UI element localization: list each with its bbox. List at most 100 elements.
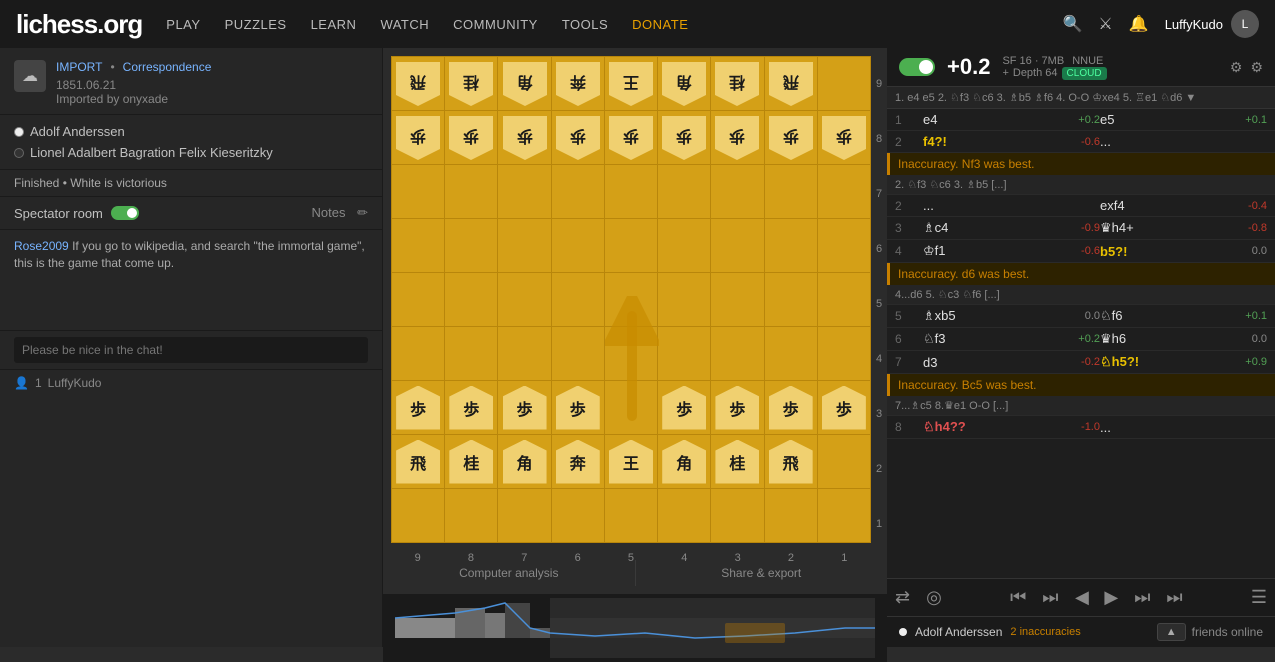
move-row-7: 7 d3 -0.2 ♘h5?! +0.9	[887, 351, 1275, 374]
file-labels: 9 8 7 6 5 4 3 2 1	[391, 552, 871, 564]
inaccuracy-banner-3: Inaccuracy. Bc5 was best.	[887, 374, 1275, 396]
online-count: 1	[35, 376, 42, 390]
move-1-black[interactable]: e5	[1100, 112, 1217, 127]
nav-learn[interactable]: LEARN	[311, 17, 357, 32]
nav-tools[interactable]: TOOLS	[562, 17, 608, 32]
inaccuracy-banner-1: Inaccuracy. Nf3 was best.	[887, 153, 1275, 175]
move-5-black[interactable]: ♘f6	[1100, 308, 1217, 324]
move-6-black[interactable]: ♛h6	[1100, 331, 1217, 347]
board-area: 飛桂角奔王角桂飛歩歩歩歩歩歩歩歩歩歩歩歩歩歩歩歩歩飛桂角奔王角桂飛	[383, 48, 887, 647]
move-6-white[interactable]: ♘f3	[923, 331, 1040, 347]
bullet-separator: •	[110, 60, 114, 74]
cloud-badge: CLOUD	[1062, 67, 1107, 80]
import-link[interactable]: IMPORT	[56, 60, 102, 74]
game-info: ☁ IMPORT • Correspondence 1851.06.21 Imp…	[0, 48, 382, 115]
engine-toggle[interactable]	[899, 58, 935, 76]
chat-input-row	[0, 330, 382, 369]
move-3-black[interactable]: ♛h4+	[1100, 220, 1217, 236]
move-2-black[interactable]: ...	[1100, 134, 1217, 149]
move-8-white-score: -1.0	[1040, 421, 1100, 433]
spectator-toggle[interactable]	[111, 206, 139, 220]
move-num-2: 2	[895, 135, 923, 149]
analysis-pane[interactable]: 1 e4 +0.2 e5 +0.1 2 f4?! -0.6 ... Inaccu…	[887, 109, 1275, 578]
engine-info: SF 16 · 7MB NNUE + Depth 64 CLOUD	[1002, 55, 1217, 80]
user-menu[interactable]: LuffyKudo L	[1165, 10, 1259, 38]
gear2-icon[interactable]: ⚙	[1250, 59, 1263, 76]
move-6-white-score: +0.2	[1040, 333, 1100, 345]
chat-username: Rose2009	[14, 239, 69, 253]
move-1-white-score: +0.2	[1040, 114, 1100, 126]
chat-input[interactable]	[14, 337, 368, 363]
spectator-label: Spectator room	[14, 206, 103, 221]
move-num-6: 6	[895, 332, 923, 346]
move-2-white[interactable]: f4?!	[923, 134, 1040, 149]
prev-chapter-btn[interactable]: ⏭	[1042, 587, 1058, 608]
player-white-row: Adolf Anderssen	[14, 121, 368, 142]
move-5-white[interactable]: ♗xb5	[923, 308, 1040, 324]
correspondence-link[interactable]: Correspondence	[123, 60, 212, 74]
move-num-8: 8	[895, 420, 923, 434]
nav-play[interactable]: PLAY	[166, 17, 200, 32]
move-row-1: 1 e4 +0.2 e5 +0.1	[887, 109, 1275, 131]
inaccuracy-line-3: 7...♗c5 8.♛e1 O-O [...]	[887, 396, 1275, 416]
moves-bar: 1. e4 e5 2. ♘f3 ♘c6 3. ♗b5 ♗f6 4. O-O ♔x…	[887, 87, 1275, 109]
move-num-1: 1	[895, 113, 923, 127]
player-black-row: Lionel Adalbert Bagration Felix Kieserit…	[14, 142, 368, 163]
nav-puzzles[interactable]: PUZZLES	[225, 17, 287, 32]
cross-swords-icon[interactable]: ⚔	[1098, 14, 1112, 34]
chat-tabs: Spectator room Notes ✏	[0, 197, 382, 230]
move-8-white[interactable]: ♘h4??	[923, 419, 1040, 435]
move-7-black-score: +0.9	[1217, 356, 1267, 368]
move-3-white[interactable]: ♗c4	[923, 220, 1040, 236]
move-5-white-score: 0.0	[1040, 310, 1100, 322]
move-2b-white[interactable]: ...	[923, 198, 1040, 213]
move-2-white-score: -0.6	[1040, 136, 1100, 148]
prev-move-btn[interactable]: ▶	[1075, 587, 1089, 608]
move-3-black-score: -0.8	[1217, 222, 1267, 234]
friends-label: friends online	[1192, 625, 1263, 639]
move-4-white[interactable]: ♔f1	[923, 243, 1040, 259]
player-black-name: Lionel Adalbert Bagration Felix Kieserit…	[30, 145, 273, 160]
rank-labels: 9 8 7 6 5 4 3 2 1	[871, 56, 887, 552]
notification-bell-icon[interactable]: 🔔	[1129, 14, 1149, 34]
move-2b-black[interactable]: exf4	[1100, 198, 1217, 213]
move-7-white[interactable]: d3	[923, 355, 1040, 370]
move-row-5: 5 ♗xb5 0.0 ♘f6 +0.1	[887, 305, 1275, 328]
target-icon-btn[interactable]: ◎	[926, 587, 942, 608]
move-1-black-score: +0.1	[1217, 114, 1267, 126]
settings-icon[interactable]: ⚙	[1230, 59, 1243, 76]
move-num-4: 4	[895, 244, 923, 258]
online-users: 👤 1 LuffyKudo	[0, 369, 382, 396]
flip-board-btn[interactable]: ⇄	[895, 587, 910, 608]
move-4-white-score: -0.6	[1040, 245, 1100, 257]
username-label: LuffyKudo	[1165, 17, 1223, 32]
next-chapter-btn[interactable]: ⏭	[1134, 587, 1150, 608]
spectator-tab[interactable]: Spectator room	[0, 197, 298, 229]
nav-community[interactable]: COMMUNITY	[453, 17, 538, 32]
first-move-btn[interactable]: ⏮	[1010, 587, 1026, 608]
notes-tab[interactable]: Notes ✏	[298, 197, 383, 229]
online-icon: 👤	[14, 376, 29, 390]
nav-watch[interactable]: WATCH	[380, 17, 429, 32]
nav-donate[interactable]: DONATE	[632, 17, 688, 32]
move-num-5: 5	[895, 309, 923, 323]
menu-btn[interactable]: ☰	[1251, 587, 1267, 608]
inaccuracy-banner-2: Inaccuracy. d6 was best.	[887, 263, 1275, 285]
move-6-black-score: 0.0	[1217, 333, 1267, 345]
move-1-white[interactable]: e4	[923, 112, 1040, 127]
eval-score: +0.2	[947, 54, 990, 80]
next-move-btn[interactable]: ▶	[1104, 587, 1118, 608]
last-move-btn[interactable]: ⏭	[1166, 587, 1182, 608]
player-white-name: Adolf Anderssen	[30, 124, 125, 139]
friends-bar: ▲ friends online	[1157, 623, 1263, 641]
depth-value: Depth 64	[1013, 67, 1058, 79]
move-4-black[interactable]: b5?!	[1100, 244, 1217, 259]
bottom-bar: Adolf Anderssen 2 inaccuracies ▲ friends…	[887, 616, 1275, 647]
move-8-black[interactable]: ...	[1100, 420, 1217, 435]
bottom-player-name: Adolf Anderssen	[915, 625, 1002, 639]
players-section: Adolf Anderssen Lionel Adalbert Bagratio…	[0, 115, 382, 170]
site-logo[interactable]: lichess.org	[16, 9, 142, 40]
friends-toggle-btn[interactable]: ▲	[1157, 623, 1186, 641]
move-7-black[interactable]: ♘h5?!	[1100, 354, 1217, 370]
search-icon[interactable]: 🔍	[1063, 14, 1083, 34]
